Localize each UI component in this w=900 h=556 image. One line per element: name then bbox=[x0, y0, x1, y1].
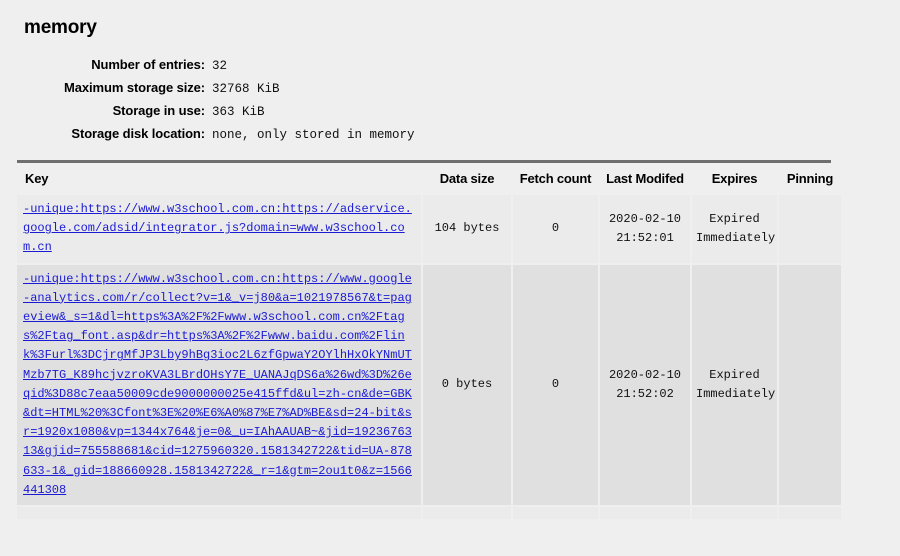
table-header-row: Key Data size Fetch count Last Modifed E… bbox=[17, 165, 841, 193]
cell-data-size: 104 bytes bbox=[423, 195, 511, 263]
cell-fetch-count: 0 bbox=[513, 264, 598, 506]
cell-key: -unique:https://www.w3school.com.cn:http… bbox=[17, 264, 421, 506]
last-modified-date: 2020-02-10 bbox=[608, 211, 681, 226]
expires-line-2: Immediately bbox=[696, 386, 776, 401]
cache-key-link[interactable]: -unique:https://www.w3school.com.cn:http… bbox=[23, 272, 412, 497]
column-header-pinning[interactable]: Pinning bbox=[779, 165, 841, 193]
page-title: memory bbox=[24, 17, 97, 38]
cell-pinning bbox=[779, 264, 841, 506]
summary-label-in-use: Storage in use: bbox=[112, 103, 206, 118]
column-header-data-size[interactable]: Data size bbox=[423, 165, 511, 193]
last-modified-time: 21:52:01 bbox=[616, 230, 674, 245]
cell-expires: Expired Immediately bbox=[692, 264, 777, 506]
storage-summary: Number of entries: 32 Maximum storage si… bbox=[0, 54, 415, 146]
summary-label-disk-location: Storage disk location: bbox=[71, 126, 205, 141]
cell-expires: Expired Immediately bbox=[692, 195, 777, 263]
summary-row: Maximum storage size: 32768 KiB bbox=[0, 77, 415, 100]
summary-row: Storage disk location: none, only stored… bbox=[0, 123, 415, 146]
cell-data-size: 0 bytes bbox=[423, 264, 511, 506]
expires-line-1: Expired bbox=[709, 367, 760, 382]
cache-key-link[interactable]: -unique:https://www.w3school.com.cn:http… bbox=[23, 202, 412, 254]
summary-value-max-size: 32768 KiB bbox=[212, 82, 280, 96]
cell-last-modified: 2020-02-10 21:52:02 bbox=[600, 264, 690, 506]
cache-entries-table: Key Data size Fetch count Last Modifed E… bbox=[15, 163, 843, 521]
summary-label-max-size: Maximum storage size: bbox=[64, 80, 205, 95]
cell-last-modified bbox=[600, 507, 690, 520]
cell-expires bbox=[692, 507, 777, 520]
summary-value-disk-location: none, only stored in memory bbox=[212, 128, 415, 142]
summary-value-in-use: 363 KiB bbox=[212, 105, 265, 119]
cell-pinning bbox=[779, 507, 841, 520]
column-header-expires[interactable]: Expires bbox=[692, 165, 777, 193]
column-header-key[interactable]: Key bbox=[17, 165, 421, 193]
summary-label-entries: Number of entries: bbox=[91, 57, 205, 72]
last-modified-time: 21:52:02 bbox=[616, 386, 674, 401]
table-row: -unique:https://www.w3school.com.cn:http… bbox=[17, 195, 841, 263]
cell-fetch-count: 0 bbox=[513, 195, 598, 263]
summary-value-entries: 32 bbox=[212, 59, 228, 73]
expires-line-2: Immediately bbox=[696, 230, 776, 245]
cell-key bbox=[17, 507, 421, 520]
table-row bbox=[17, 507, 841, 520]
summary-row: Storage in use: 363 KiB bbox=[0, 100, 415, 123]
column-header-fetch-count[interactable]: Fetch count bbox=[513, 165, 598, 193]
table-row: -unique:https://www.w3school.com.cn:http… bbox=[17, 264, 841, 506]
summary-row: Number of entries: 32 bbox=[0, 54, 415, 77]
cache-inspector-page: memory Number of entries: 32 Maximum sto… bbox=[0, 0, 900, 556]
cell-key: -unique:https://www.w3school.com.cn:http… bbox=[17, 195, 421, 263]
last-modified-date: 2020-02-10 bbox=[608, 367, 681, 382]
cell-pinning bbox=[779, 195, 841, 263]
cell-data-size bbox=[423, 507, 511, 520]
expires-line-1: Expired bbox=[709, 211, 760, 226]
cache-entries-section: Key Data size Fetch count Last Modifed E… bbox=[17, 160, 841, 521]
column-header-last-modified[interactable]: Last Modifed bbox=[600, 165, 690, 193]
cell-last-modified: 2020-02-10 21:52:01 bbox=[600, 195, 690, 263]
cell-fetch-count bbox=[513, 507, 598, 520]
